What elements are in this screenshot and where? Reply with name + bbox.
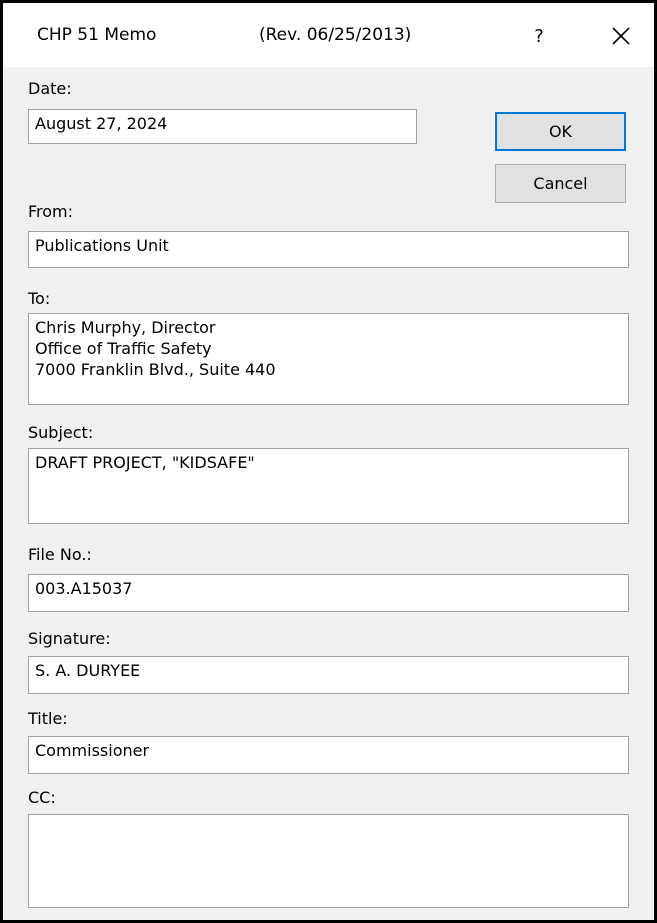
from-label: From: bbox=[28, 202, 74, 221]
memo-dialog: CHP 51 Memo (Rev. 06/25/2013) ? Date: Au… bbox=[0, 0, 657, 923]
close-button[interactable] bbox=[601, 17, 641, 55]
file-no-field[interactable]: 003.A15037 bbox=[28, 574, 629, 612]
signature-label: Signature: bbox=[28, 629, 111, 648]
dialog-title: CHP 51 Memo bbox=[37, 25, 157, 45]
to-field[interactable]: Chris Murphy, Director Office of Traffic… bbox=[28, 313, 629, 405]
signature-field[interactable]: S. A. DURYEE bbox=[28, 656, 629, 694]
dialog-revision: (Rev. 06/25/2013) bbox=[259, 25, 412, 45]
to-label: To: bbox=[28, 289, 51, 308]
ok-button[interactable]: OK bbox=[495, 112, 626, 151]
subject-field[interactable]: DRAFT PROJECT, "KIDSAFE" bbox=[28, 448, 629, 524]
cc-field[interactable] bbox=[28, 814, 629, 908]
cancel-button[interactable]: Cancel bbox=[495, 164, 626, 203]
date-field[interactable]: August 27, 2024 bbox=[28, 109, 417, 144]
title-field[interactable]: Commissioner bbox=[28, 736, 629, 774]
title-label: Title: bbox=[28, 709, 68, 728]
cc-label: CC: bbox=[28, 788, 56, 807]
from-field[interactable]: Publications Unit bbox=[28, 231, 629, 268]
file-no-label: File No.: bbox=[28, 545, 92, 564]
help-icon: ? bbox=[534, 25, 544, 47]
date-label: Date: bbox=[28, 79, 72, 98]
dialog-body: Date: August 27, 2024 OK Cancel From: Pu… bbox=[3, 67, 654, 920]
subject-label: Subject: bbox=[28, 423, 94, 442]
help-button[interactable]: ? bbox=[519, 17, 559, 55]
title-bar: CHP 51 Memo (Rev. 06/25/2013) ? bbox=[3, 3, 654, 67]
close-icon bbox=[612, 27, 630, 45]
